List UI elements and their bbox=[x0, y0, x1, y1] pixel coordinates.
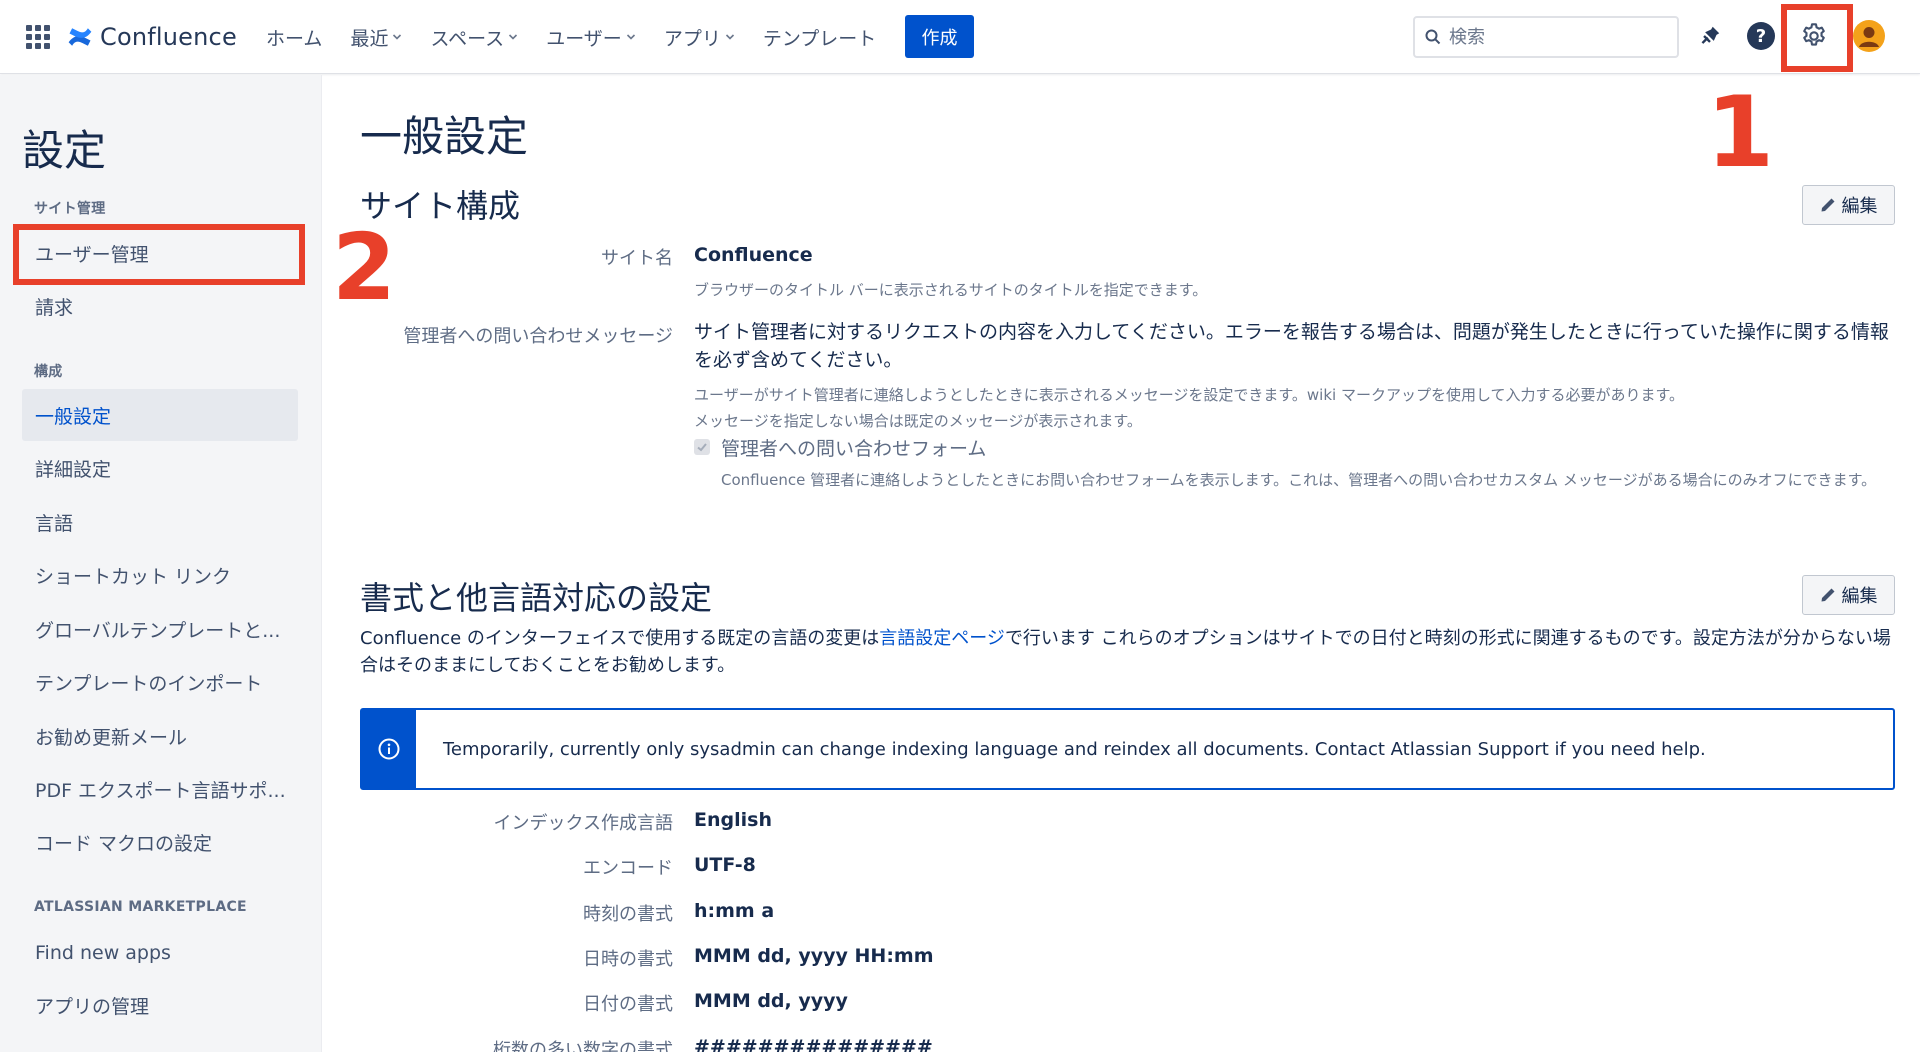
search-icon bbox=[1425, 29, 1441, 45]
contact-form-checkbox-label: 管理者への問い合わせフォーム bbox=[721, 438, 987, 460]
search-input[interactable] bbox=[1449, 26, 1659, 48]
nav-spaces[interactable]: スペース bbox=[430, 24, 518, 51]
format-intro-text-before: Confluence のインターフェイスで使用する既定の言語の変更は bbox=[360, 628, 880, 649]
contact-admin-message: サイト管理者に対するリクエストの内容を入力してください。エラーを報告する場合は、… bbox=[694, 321, 1889, 371]
contact-form-description: Confluence 管理者に連絡しようとしたときにお問い合わせフォームを表示し… bbox=[721, 471, 1877, 489]
site-config-edit-button[interactable]: 編集 bbox=[1802, 185, 1895, 225]
nav-spaces-label: スペース bbox=[430, 27, 505, 50]
nav-users-label: ユーザー bbox=[546, 27, 622, 50]
contact-admin-label: 管理者への問い合わせメッセージ bbox=[403, 326, 673, 347]
sidebar-section-marketplace: ATLASSIAN MARKETPLACE bbox=[34, 899, 247, 915]
annotation-number-2: 2 bbox=[332, 214, 397, 321]
site-name-value: Confluence bbox=[694, 244, 813, 266]
datetime-format-value: MMM dd, yyyy HH:mm bbox=[694, 945, 934, 967]
nav-home[interactable]: ホーム bbox=[266, 24, 322, 51]
avatar[interactable] bbox=[1853, 20, 1885, 52]
confluence-logo[interactable]: Confluence bbox=[66, 18, 237, 56]
long-number-format-label: 桁数の多い数字の書式 bbox=[493, 1040, 673, 1052]
contact-form-checkbox[interactable] bbox=[694, 439, 710, 455]
chevron-down-icon bbox=[725, 34, 734, 40]
page-title: 一般設定 bbox=[360, 112, 529, 161]
pencil-icon bbox=[1821, 588, 1834, 602]
chevron-down-icon bbox=[626, 34, 635, 40]
sidebar-item-import-templates[interactable]: テンプレートのインポート bbox=[22, 656, 298, 708]
language-settings-link[interactable]: 言語設定ページ bbox=[879, 628, 1005, 649]
time-format-value: h:mm a bbox=[694, 900, 775, 922]
svg-text:?: ? bbox=[1756, 26, 1766, 47]
chevron-down-icon bbox=[509, 34, 518, 40]
checkmark-icon bbox=[697, 443, 707, 452]
logo-text: Confluence bbox=[100, 23, 237, 51]
create-button[interactable]: 作成 bbox=[905, 15, 974, 58]
sidebar-item-general-config[interactable]: 一般設定 bbox=[22, 389, 298, 441]
sidebar-title: 設定 bbox=[22, 126, 107, 175]
site-name-label: サイト名 bbox=[601, 248, 673, 269]
encoding-value: UTF-8 bbox=[694, 854, 756, 876]
app-switcher-icon[interactable] bbox=[26, 25, 50, 49]
sidebar-item-manage-apps[interactable]: アプリの管理 bbox=[22, 979, 298, 1031]
sidebar-item-languages[interactable]: 言語 bbox=[22, 496, 298, 548]
settings-sidebar: 設定 サイト管理 ユーザー管理 請求 構成 一般設定 詳細設定 言語 ショートカ… bbox=[0, 75, 322, 1052]
nav-apps[interactable]: アプリ bbox=[664, 24, 735, 51]
annotation-number-1: 1 bbox=[1706, 76, 1775, 190]
settings-highlight-box bbox=[1781, 4, 1853, 72]
nav-users[interactable]: ユーザー bbox=[546, 24, 636, 51]
nav-home-label: ホーム bbox=[266, 27, 323, 50]
sidebar-item-billing[interactable]: 請求 bbox=[22, 280, 298, 332]
encoding-label: エンコード bbox=[583, 858, 673, 879]
datetime-format-label: 日時の書式 bbox=[583, 949, 673, 970]
sidebar-item-global-templates[interactable]: グローバルテンプレートと... bbox=[22, 603, 298, 655]
contact-admin-description-2: メッセージを指定しない場合は既定のメッセージが表示されます。 bbox=[694, 412, 1142, 430]
sidebar-item-code-macro[interactable]: コード マクロの設定 bbox=[22, 816, 298, 868]
sidebar-section-config: 構成 bbox=[34, 364, 63, 380]
sidebar-item-pdf-export-language[interactable]: PDF エクスポート言語サポ... bbox=[22, 763, 298, 815]
help-icon[interactable]: ? bbox=[1745, 20, 1777, 52]
contact-admin-description-1: ユーザーがサイト管理者に連絡しようとしたときに表示されるメッセージを設定できます… bbox=[694, 386, 1685, 404]
notifications-icon[interactable] bbox=[1694, 20, 1726, 52]
nav-templates-label: テンプレート bbox=[762, 27, 877, 50]
pencil-icon bbox=[1821, 198, 1834, 212]
sidebar-item-find-new-apps[interactable]: Find new apps bbox=[22, 927, 298, 979]
time-format-label: 時刻の書式 bbox=[583, 904, 673, 925]
chevron-down-icon bbox=[393, 34, 402, 40]
date-format-value: MMM dd, yyyy bbox=[694, 990, 848, 1012]
format-intro: Confluence のインターフェイスで使用する既定の言語の変更は言語設定ペー… bbox=[360, 625, 1895, 679]
search-box[interactable] bbox=[1413, 16, 1679, 58]
site-config-edit-label: 編集 bbox=[1841, 196, 1878, 217]
sidebar-section-site-admin: サイト管理 bbox=[34, 201, 106, 217]
site-name-description: ブラウザーのタイトル バーに表示されるサイトのタイトルを指定できます。 bbox=[694, 281, 1208, 299]
info-message-box: Temporarily, currently only sysadmin can… bbox=[360, 708, 1895, 790]
info-icon bbox=[378, 738, 400, 760]
sidebar-item-shortcut-links[interactable]: ショートカット リンク bbox=[22, 549, 298, 601]
nav-apps-label: アプリ bbox=[663, 27, 721, 50]
format-section-title: 書式と他言語対応の設定 bbox=[360, 579, 713, 617]
site-config-title: サイト構成 bbox=[360, 187, 521, 225]
top-navigation-bar: Confluence ホーム 最近 スペース ユーザー アプリ テンプレート 作… bbox=[0, 0, 1920, 74]
sidebar-item-recommended-updates[interactable]: お勧め更新メール bbox=[22, 710, 298, 762]
sidebar-item-further-config[interactable]: 詳細設定 bbox=[22, 442, 298, 494]
info-side-bar bbox=[362, 710, 416, 788]
info-message-text: Temporarily, currently only sysadmin can… bbox=[443, 738, 1706, 760]
nav-recent[interactable]: 最近 bbox=[350, 24, 402, 51]
long-number-format-value: ############### bbox=[694, 1036, 933, 1052]
format-edit-button[interactable]: 編集 bbox=[1802, 575, 1895, 615]
date-format-label: 日付の書式 bbox=[583, 994, 673, 1015]
indexing-language-label: インデックス作成言語 bbox=[493, 813, 673, 834]
format-edit-label: 編集 bbox=[1841, 586, 1878, 607]
main-nav: ホーム 最近 スペース ユーザー アプリ テンプレート bbox=[266, 20, 904, 54]
indexing-language-value: English bbox=[694, 809, 772, 831]
user-management-highlight-box bbox=[13, 224, 305, 285]
nav-recent-label: 最近 bbox=[350, 27, 389, 50]
confluence-logo-icon bbox=[68, 28, 92, 46]
nav-templates[interactable]: テンプレート bbox=[763, 24, 876, 51]
